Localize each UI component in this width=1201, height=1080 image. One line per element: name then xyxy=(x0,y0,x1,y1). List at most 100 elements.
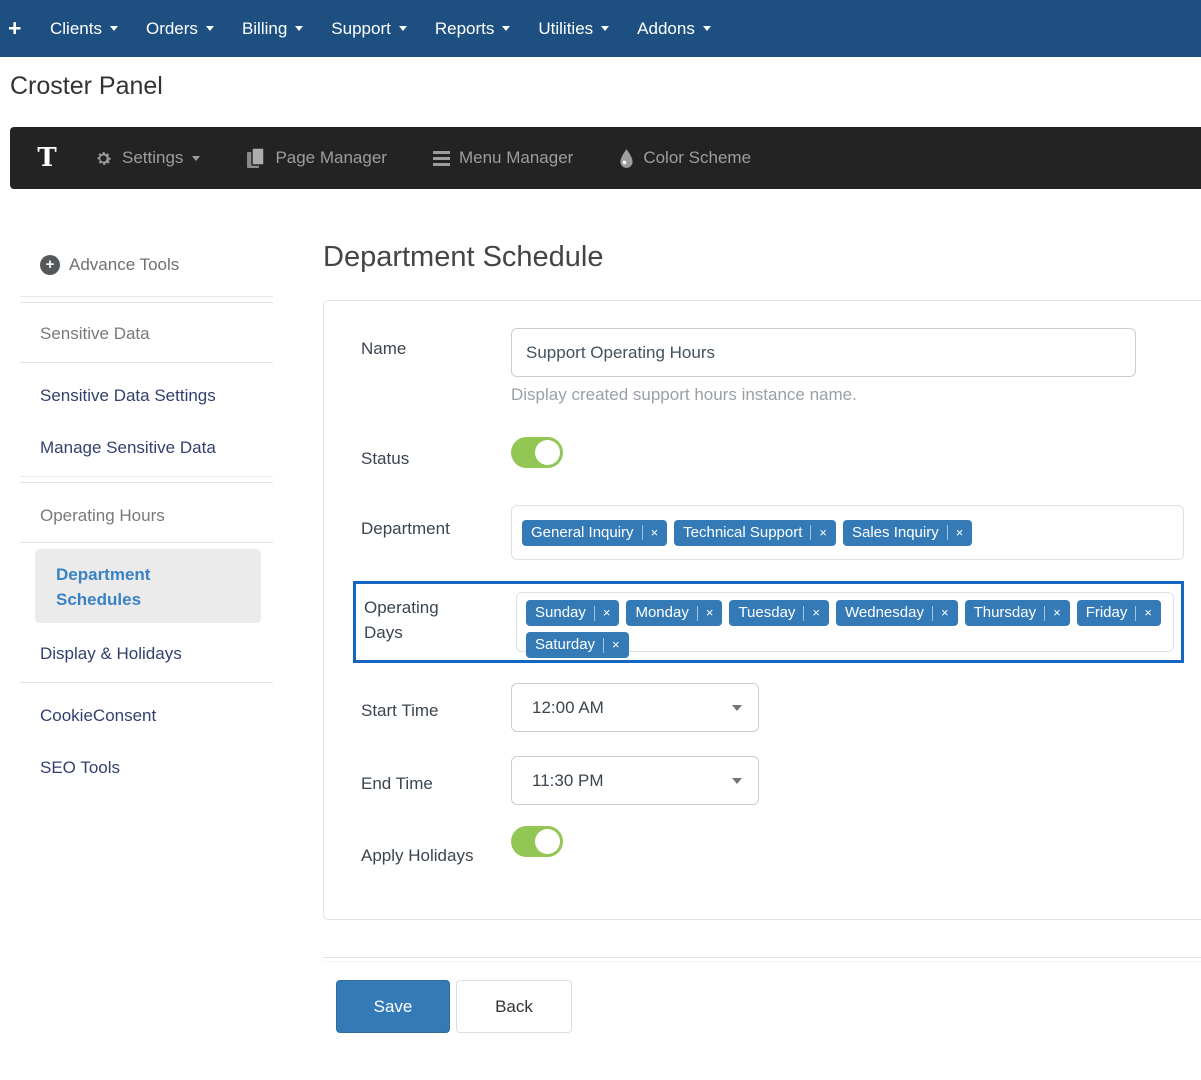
nav-label: Reports xyxy=(434,18,495,38)
tag-label: Sunday xyxy=(535,604,586,621)
tag-label: Saturday xyxy=(535,636,596,653)
nav-item-orders[interactable]: Orders xyxy=(132,0,228,57)
chevron-down-icon xyxy=(205,26,214,31)
status-label: Status xyxy=(361,449,410,468)
end-time-label: End Time xyxy=(361,774,433,793)
content-layout: + Advance Tools Sensitive Data Sensitive… xyxy=(0,189,1201,1080)
gear-icon xyxy=(97,151,111,165)
chevron-down-icon xyxy=(109,26,118,31)
chevron-down-icon xyxy=(732,704,742,711)
end-time-select[interactable]: 11:30 PM xyxy=(511,756,759,805)
nav-label: Support xyxy=(331,18,391,38)
close-icon[interactable]: × xyxy=(651,524,659,542)
sidebar-item-seo-tools[interactable]: SEO Tools xyxy=(40,758,120,778)
tag-label: Tuesday xyxy=(738,604,796,621)
department-tag: General Inquiry × xyxy=(522,519,668,546)
name-label: Name xyxy=(361,339,407,358)
nav-label: Orders xyxy=(145,18,198,38)
name-help-text: Display created support hours instance n… xyxy=(511,385,857,404)
chevron-down-icon xyxy=(702,26,711,31)
toolbar-menu-manager[interactable]: Menu Manager xyxy=(432,148,573,168)
close-icon[interactable]: × xyxy=(819,524,827,542)
close-icon[interactable]: × xyxy=(956,524,964,542)
toolbar-settings[interactable]: Settings xyxy=(94,148,201,168)
save-button[interactable]: Save xyxy=(336,980,450,1033)
close-icon[interactable]: × xyxy=(612,636,620,654)
close-icon[interactable]: × xyxy=(941,604,949,622)
start-time-label: Start Time xyxy=(361,701,439,720)
status-toggle[interactable] xyxy=(511,437,563,468)
chevron-down-icon xyxy=(502,26,511,31)
tag-separator xyxy=(641,525,643,540)
divider xyxy=(20,362,273,363)
close-icon[interactable]: × xyxy=(603,604,611,622)
apply-holidays-label: Apply Holidays xyxy=(361,846,474,865)
toolbar-settings-label: Settings xyxy=(122,148,184,167)
toolbar-page-manager-label: Page Manager xyxy=(275,148,387,167)
sidebar-item-advance-tools[interactable]: + Advance Tools xyxy=(40,255,179,275)
department-tag-input[interactable]: General Inquiry × Technical Support × Sa… xyxy=(511,505,1184,560)
day-tag: Thursday × xyxy=(964,600,1070,626)
close-icon[interactable]: × xyxy=(706,604,714,622)
nav-item-support[interactable]: Support xyxy=(317,0,421,57)
tag-label: Friday xyxy=(1085,604,1128,621)
panel-title: Croster Panel xyxy=(10,72,163,100)
operating-days-tag-input[interactable]: Sunday × Monday × Tuesday × Wednesday × … xyxy=(516,592,1174,658)
nav-item-addons[interactable]: Addons xyxy=(623,0,725,57)
toolbar-color-scheme[interactable]: Color Scheme xyxy=(619,148,751,169)
tag-label: Monday xyxy=(635,604,689,621)
nav-item-billing[interactable]: Billing xyxy=(228,0,317,57)
circle-plus-icon: + xyxy=(40,255,60,275)
page-title: Department Schedule xyxy=(323,241,604,273)
operating-days-label: Operating Days xyxy=(364,598,439,642)
plus-icon[interactable]: + xyxy=(8,15,36,42)
close-icon[interactable]: × xyxy=(812,604,820,622)
theme-logo-icon[interactable]: T xyxy=(32,143,62,173)
divider xyxy=(20,682,273,683)
department-tag: Sales Inquiry × xyxy=(843,519,973,546)
chevron-down-icon xyxy=(295,26,304,31)
sidebar-item-manage-sensitive-data[interactable]: Manage Sensitive Data xyxy=(40,438,216,458)
toolbar-page-manager[interactable]: Page Manager xyxy=(246,146,387,170)
form-actions: Save Back xyxy=(336,980,572,1033)
sidebar-item-display-holidays[interactable]: Display & Holidays xyxy=(40,644,182,664)
tag-label: General Inquiry xyxy=(531,523,634,541)
day-tag: Sunday × xyxy=(526,600,620,626)
sidebar: + Advance Tools Sensitive Data Sensitive… xyxy=(0,189,300,1080)
divider xyxy=(20,542,273,543)
sidebar-item-department-schedules[interactable]: Department Schedules xyxy=(35,549,261,623)
tag-separator xyxy=(1135,605,1137,621)
nav-item-clients[interactable]: Clients xyxy=(36,0,132,57)
main-content: Department Schedule Name Display created… xyxy=(323,189,1201,1080)
department-label: Department xyxy=(361,519,450,538)
tag-separator xyxy=(593,605,595,621)
sidebar-item-sensitive-data-settings[interactable]: Sensitive Data Settings xyxy=(40,386,216,406)
nav-item-reports[interactable]: Reports xyxy=(421,0,525,57)
chevron-down-icon xyxy=(192,155,201,161)
operating-days-highlight-box: Operating Days Sunday × Monday × Tuesday xyxy=(353,581,1184,663)
divider xyxy=(20,296,273,303)
close-icon[interactable]: × xyxy=(1053,604,1061,622)
start-time-select[interactable]: 12:00 AM xyxy=(511,683,759,732)
tag-separator xyxy=(603,637,605,653)
day-tag: Wednesday × xyxy=(836,600,958,626)
back-button[interactable]: Back xyxy=(456,980,572,1033)
apply-holidays-toggle[interactable] xyxy=(511,826,563,857)
tag-label: Technical Support xyxy=(683,523,803,541)
toggle-knob xyxy=(535,440,560,465)
sidebar-header-sensitive-data: Sensitive Data xyxy=(40,324,150,343)
tag-separator xyxy=(803,605,805,621)
day-tag: Saturday × xyxy=(526,632,629,658)
nav-item-utilities[interactable]: Utilities xyxy=(524,0,623,57)
tag-separator xyxy=(810,525,812,540)
day-tag: Tuesday × xyxy=(729,600,830,626)
divider xyxy=(20,476,273,483)
name-input[interactable] xyxy=(511,328,1136,377)
nav-label: Addons xyxy=(637,18,695,38)
sidebar-header-operating-hours: Operating Hours xyxy=(40,506,165,525)
close-icon[interactable]: × xyxy=(1144,604,1152,622)
department-schedules-label: Department Schedules xyxy=(56,565,151,609)
nav-label: Billing xyxy=(241,18,288,38)
sidebar-item-cookie-consent[interactable]: CookieConsent xyxy=(40,706,156,726)
tag-separator xyxy=(931,605,933,621)
